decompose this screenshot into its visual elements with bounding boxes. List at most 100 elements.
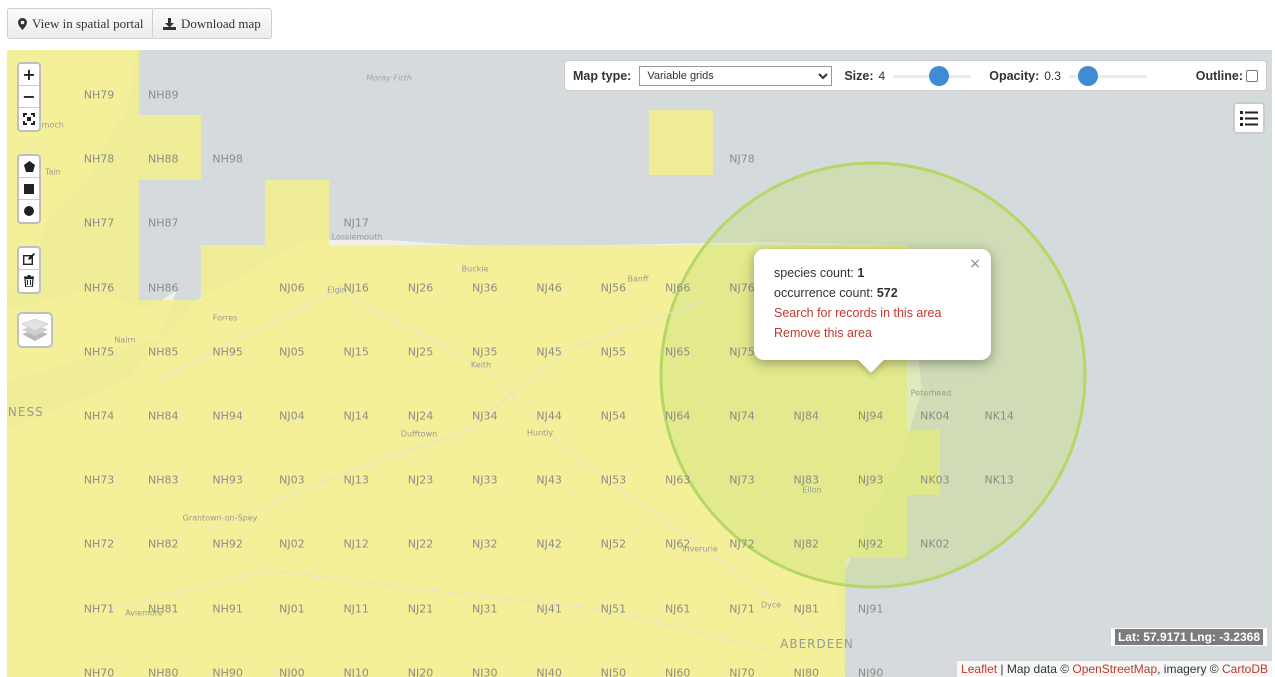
grid-cell-label: NJ43 [536,473,562,487]
grid-cell-label: NJ80 [793,666,820,677]
grid-cell-label: NJ40 [536,666,562,677]
grid-cell-label: NJ94 [857,409,884,423]
grid-cell-label: NJ61 [664,602,691,616]
place-label: Dyce [760,600,782,610]
leaflet-link[interactable]: Leaflet [961,662,997,676]
download-map-button[interactable]: Download map [152,8,272,39]
grid-cell-label: NJ21 [407,602,434,616]
grid-cell-label: NJ51 [600,602,627,616]
draw-polygon-button[interactable] [19,156,39,178]
circle-icon [24,206,34,216]
grid-cell-label: NJ10 [343,666,369,677]
grid-cell-label: NK03 [920,473,950,487]
popup-close-button[interactable]: × [969,254,981,274]
grid-cell-label: NH87 [148,216,179,230]
grid-cell-label: NJ03 [279,473,305,487]
grid-cell-label: NH80 [148,666,179,677]
grid-cell-label: NJ00 [279,666,305,677]
grid-cell-label: NJ54 [600,409,627,423]
grid-cell-label: NH73 [83,473,115,487]
layer-switcher-button[interactable] [17,312,53,348]
coordinates-readout: Lat: 57.9171 Lng: -3.2368 [1110,628,1267,646]
size-slider-thumb[interactable] [929,65,950,86]
map-type-select[interactable]: Variable grids [639,65,833,86]
search-records-link[interactable]: Search for records in this area [774,303,981,323]
grid-cell-label: NH71 [83,602,115,616]
osm-link[interactable]: OpenStreetMap [1072,662,1157,676]
carto-link[interactable]: CartoDB [1222,662,1268,676]
place-label: Forres [212,313,238,323]
grid-cell-label: NH72 [83,537,115,551]
grid-cell-label: NJ71 [729,602,755,616]
map-viewport[interactable]: NH89 NH88 NH98 NH87 NJ17 NH86 NJ06 NJ16 NJ26 NJ36… [7,50,1272,677]
grid-cell-label: NK02 [920,537,950,551]
grid-cell-label: NJ45 [536,345,562,359]
selected-area-circle [659,161,1087,589]
grid-cell-label: NJ26 [407,281,434,295]
grid-cell-label: NJ53 [600,473,627,487]
grid-cell-label: NH84 [148,409,179,423]
grid-cell-label: NJ65 [664,345,691,359]
zoom-out-button[interactable]: − [19,86,39,108]
map-type-label: Map type: [573,68,632,83]
draw-rectangle-button[interactable] [19,178,39,200]
species-count-value: 1 [857,266,865,280]
grid-cell-label: NJ32 [472,537,498,551]
grid-cell-label: NJ05 [279,345,305,359]
view-in-spatial-portal-button[interactable]: View in spatial portal [7,8,155,39]
size-label: Size: [844,68,874,83]
rectangle-icon [24,183,34,194]
place-label: Keith [470,360,492,370]
opacity-slider[interactable] [1068,65,1147,86]
grid-cell-label: NH92 [212,537,243,551]
trash-icon [24,275,34,287]
grid-cell-label: NH93 [212,473,243,487]
legend-toggle-button[interactable] [1233,102,1265,134]
place-label: INVERNESS [7,405,44,419]
fullscreen-icon [23,113,35,125]
grid-cell-label: NH75 [83,345,115,359]
download-map-label: Download map [181,15,261,31]
grid-cell-label: NJ13 [343,473,369,487]
grid-cell-label: NJ66 [664,281,691,295]
grid-cell-label: NJ44 [536,409,562,423]
place-label: Banff [627,274,649,284]
grid-cell-label: NK14 [984,409,1014,423]
list-icon [1240,110,1258,126]
grid-cell-label: NJ06 [279,281,305,295]
delete-layers-button[interactable] [19,270,39,292]
top-toolbar: View in spatial portal Download map [0,0,1275,50]
polygon-icon [23,161,35,172]
outline-checkbox[interactable] [1246,69,1258,82]
occurrence-count-row: occurrence count: 572 [774,286,898,300]
map-marker-icon [18,17,27,30]
remove-area-link[interactable]: Remove this area [774,323,981,343]
edit-layers-button[interactable] [19,248,39,270]
grid-cell-label: NJ74 [729,409,755,423]
grid-cell-label: NJ31 [472,602,498,616]
edit-controls [17,246,41,294]
opacity-slider-thumb[interactable] [1077,65,1098,86]
grid-cell-label: NH76 [83,281,115,295]
grid-cell-label: NJ84 [793,409,820,423]
grid-cell-label: NH85 [148,345,179,359]
place-label: Huntly [526,428,554,438]
grid-cell-label: NJ16 [343,281,369,295]
place-label: Lossiemouth [331,232,383,242]
fullscreen-button[interactable] [19,108,39,130]
size-slider[interactable] [893,65,972,86]
grid-cell-label: NJ90 [857,666,884,677]
grid-cell-label: NJ12 [343,537,369,551]
spatial-portal-label: View in spatial portal [32,15,144,31]
opacity-value: 0.3 [1044,68,1061,83]
grid-cell-label: NJ72 [729,537,755,551]
zoom-in-button[interactable]: + [19,64,39,86]
grid-cell-label: NJ70 [729,666,755,677]
grid-cell-label: NJ75 [729,345,755,359]
place-label: Ellon [802,485,822,495]
grid-cell-label: NJ25 [407,345,434,359]
place-label: Inverurie [682,544,718,554]
draw-circle-button[interactable] [19,200,39,222]
grid-cell-label: NJ81 [793,602,820,616]
place-label: Aviemore [125,608,163,618]
